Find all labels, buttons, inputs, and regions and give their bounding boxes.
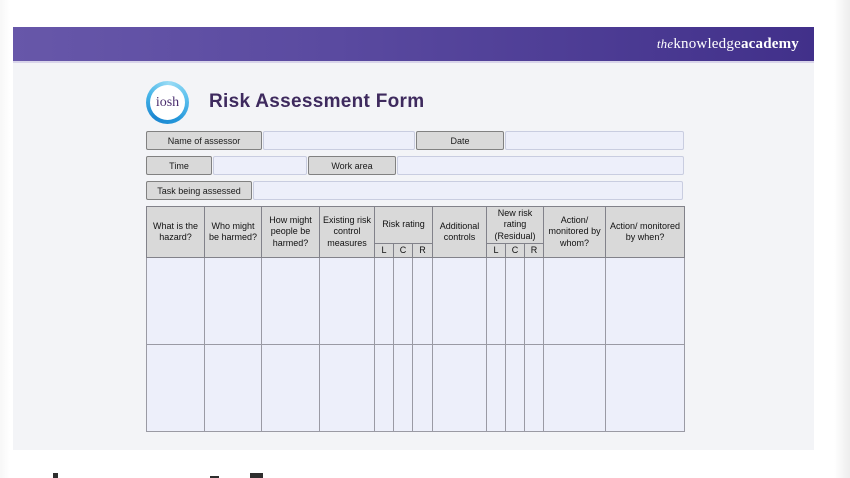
sub-header-c: C: [394, 243, 413, 257]
work-area-label: Work area: [308, 156, 396, 175]
col-header-existing: Existing risk control measures: [320, 207, 375, 258]
sub-header-l: L: [487, 243, 506, 257]
sub-header-r: R: [413, 243, 433, 257]
iosh-logo-text: iosh: [146, 81, 189, 124]
col-header-how: How might people be harmed?: [262, 207, 320, 258]
col-header-new-risk-rating: New risk rating (Residual): [487, 207, 544, 244]
table-cell[interactable]: [375, 258, 394, 345]
knowledge-academy-logo[interactable]: theknowledgeacademy: [657, 36, 799, 53]
table-row: [147, 258, 685, 345]
table-cell[interactable]: [205, 345, 262, 432]
date-label: Date: [416, 131, 504, 150]
table-cell[interactable]: [544, 258, 606, 345]
table-cell[interactable]: [606, 258, 685, 345]
page-edge-shadow: [0, 0, 10, 478]
table-cell[interactable]: [413, 258, 433, 345]
brand-the: the: [657, 36, 673, 51]
task-being-assessed-label: Task being assessed: [146, 181, 252, 200]
table-cell[interactable]: [525, 258, 544, 345]
meta-row-1: Name of assessor Date: [146, 131, 684, 150]
clipped-heading-fragment: [53, 473, 58, 478]
table-cell[interactable]: [262, 258, 320, 345]
table-cell[interactable]: [375, 345, 394, 432]
table-cell[interactable]: [394, 258, 413, 345]
table-cell[interactable]: [433, 345, 487, 432]
table-cell[interactable]: [147, 345, 205, 432]
task-being-assessed-input[interactable]: [253, 181, 683, 200]
table-cell[interactable]: [525, 345, 544, 432]
sub-header-c: C: [506, 243, 525, 257]
table-cell[interactable]: [205, 258, 262, 345]
table-cell[interactable]: [487, 345, 506, 432]
date-input[interactable]: [505, 131, 684, 150]
risk-assessment-table: What is the hazard? Who might be harmed?…: [146, 206, 685, 432]
col-header-who: Who might be harmed?: [205, 207, 262, 258]
table-cell[interactable]: [394, 345, 413, 432]
sub-header-l: L: [375, 243, 394, 257]
table-cell[interactable]: [506, 258, 525, 345]
table-row: [147, 345, 685, 432]
page-edge-shadow: [834, 0, 850, 478]
col-header-risk-rating: Risk rating: [375, 207, 433, 244]
iosh-logo-icon: iosh: [146, 81, 189, 124]
table-cell[interactable]: [433, 258, 487, 345]
name-of-assessor-label: Name of assessor: [146, 131, 262, 150]
page-title: Risk Assessment Form: [209, 91, 424, 113]
meta-row-3: Task being assessed: [146, 181, 683, 200]
table-cell[interactable]: [147, 258, 205, 345]
table-cell[interactable]: [262, 345, 320, 432]
table-cell[interactable]: [320, 258, 375, 345]
clipped-heading-fragment: [250, 473, 263, 478]
table-cell[interactable]: [506, 345, 525, 432]
table-cell[interactable]: [606, 345, 685, 432]
meta-row-2: Time Work area: [146, 156, 684, 175]
table-cell[interactable]: [487, 258, 506, 345]
brand-knowledge: knowledge: [673, 36, 741, 52]
table-cell[interactable]: [320, 345, 375, 432]
col-header-when: Action/ monitored by when?: [606, 207, 685, 258]
col-header-additional: Additional controls: [433, 207, 487, 258]
col-header-hazard: What is the hazard?: [147, 207, 205, 258]
sub-header-r: R: [525, 243, 544, 257]
work-area-input[interactable]: [397, 156, 684, 175]
table-cell[interactable]: [544, 345, 606, 432]
time-label: Time: [146, 156, 212, 175]
col-header-whom: Action/ monitored by whom?: [544, 207, 606, 258]
brand-academy: academy: [741, 36, 799, 52]
site-header-bar: theknowledgeacademy: [13, 27, 814, 61]
table-cell[interactable]: [413, 345, 433, 432]
name-of-assessor-input[interactable]: [263, 131, 415, 150]
time-input[interactable]: [213, 156, 307, 175]
